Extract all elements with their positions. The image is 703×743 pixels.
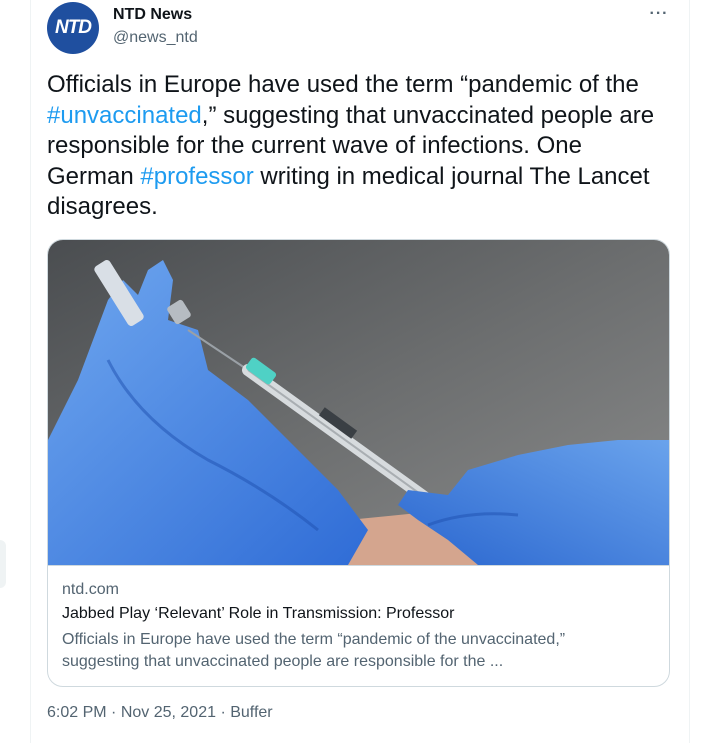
user-handle[interactable]: @news_ntd xyxy=(113,29,198,47)
more-options-icon[interactable]: ··· xyxy=(645,2,673,26)
ntd-logo-icon: NTD xyxy=(54,17,92,38)
tweet-text: Officials in Europe have used the term “… xyxy=(47,70,667,223)
left-edge-overlay xyxy=(0,540,6,588)
tweet-source[interactable]: Buffer xyxy=(230,704,272,721)
avatar[interactable]: NTD xyxy=(47,2,99,54)
tweet-text-part: Officials in Europe have used the term “… xyxy=(47,71,639,98)
tweet-date[interactable]: Nov 25, 2021 xyxy=(121,704,216,721)
card-image-syringe[interactable] xyxy=(48,240,669,566)
link-card[interactable]: ntd.com Jabbed Play ‘Relevant’ Role in T… xyxy=(47,239,670,687)
separator-dot: · xyxy=(216,704,231,721)
separator-dot: · xyxy=(106,704,121,721)
tweet-time[interactable]: 6:02 PM xyxy=(47,704,107,721)
card-title: Jabbed Play ‘Relevant’ Role in Transmiss… xyxy=(62,605,455,622)
display-name[interactable]: NTD News xyxy=(113,6,192,24)
tweet: NTD NTD News @news_ntd ··· Officials in … xyxy=(30,0,690,743)
hashtag-link-professor[interactable]: #professor xyxy=(140,163,253,190)
card-domain: ntd.com xyxy=(62,581,119,598)
hashtag-link-unvaccinated[interactable]: #unvaccinated xyxy=(47,102,202,129)
card-description: Officials in Europe have used the term “… xyxy=(62,631,566,670)
tweet-metadata: 6:02 PM · Nov 25, 2021 · Buffer xyxy=(47,704,273,722)
